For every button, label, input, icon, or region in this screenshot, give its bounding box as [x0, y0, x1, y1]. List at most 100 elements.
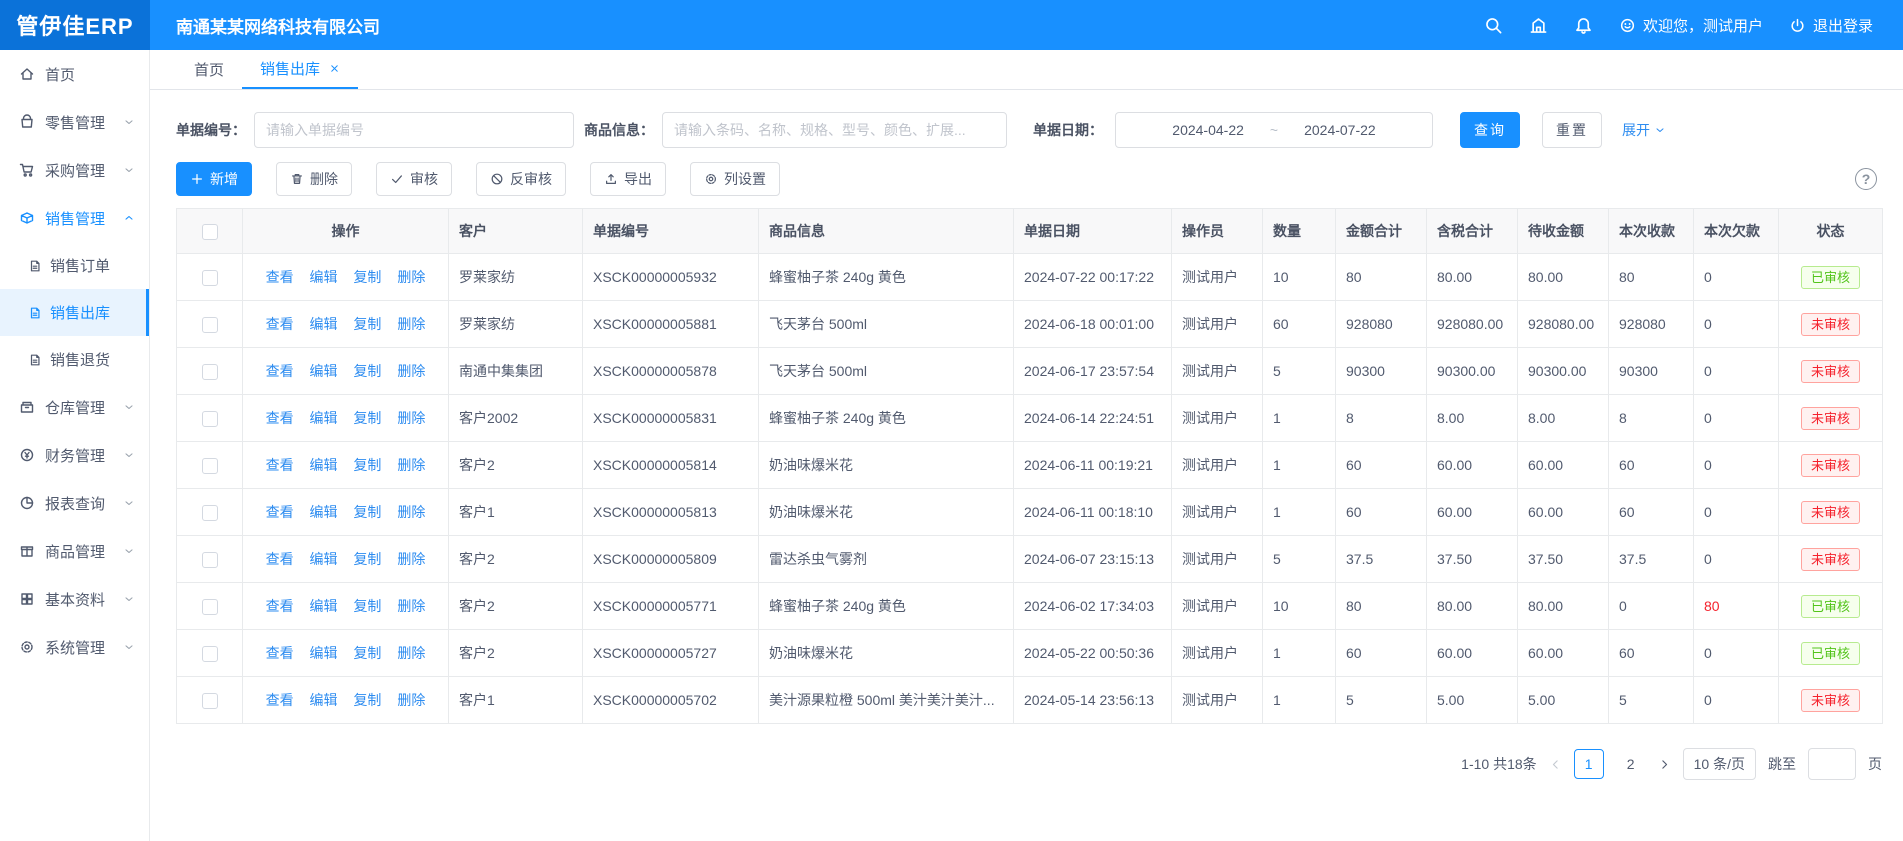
edit-link[interactable]: 编辑 — [310, 598, 338, 614]
row-checkbox[interactable] — [202, 505, 218, 521]
chevron-down-icon — [123, 116, 135, 128]
page-number-2[interactable]: 2 — [1616, 749, 1646, 779]
logout-button[interactable]: 退出登录 — [1789, 15, 1873, 36]
app-logo: 管伊佳ERP — [0, 0, 150, 50]
delete-link[interactable]: 删除 — [397, 316, 425, 332]
copy-link[interactable]: 复制 — [353, 457, 381, 473]
reset-button[interactable]: 重置 — [1542, 112, 1602, 148]
delete-link[interactable]: 删除 — [397, 504, 425, 520]
delete-link[interactable]: 删除 — [397, 269, 425, 285]
copy-link[interactable]: 复制 — [353, 645, 381, 661]
edit-link[interactable]: 编辑 — [310, 645, 338, 661]
search-icon[interactable] — [1484, 16, 1503, 35]
sidebar-item-retail[interactable]: 零售管理 — [0, 98, 149, 146]
row-checkbox[interactable] — [202, 693, 218, 709]
view-link[interactable]: 查看 — [266, 551, 294, 567]
delete-link[interactable]: 删除 — [397, 598, 425, 614]
edit-link[interactable]: 编辑 — [310, 363, 338, 379]
prev-page-icon[interactable] — [1549, 758, 1562, 771]
sidebar-item-sales-return[interactable]: 销售退货 — [0, 336, 149, 383]
row-checkbox[interactable] — [202, 364, 218, 380]
copy-link[interactable]: 复制 — [353, 410, 381, 426]
edit-link[interactable]: 编辑 — [310, 692, 338, 708]
row-checkbox[interactable] — [202, 411, 218, 427]
delete-link[interactable]: 删除 — [397, 645, 425, 661]
home-icon[interactable] — [1529, 16, 1548, 35]
logout-text: 退出登录 — [1813, 15, 1873, 36]
sidebar-item-basic-data[interactable]: 基本资料 — [0, 575, 149, 623]
bell-icon[interactable] — [1574, 16, 1593, 35]
copy-link[interactable]: 复制 — [353, 316, 381, 332]
sidebar-item-purchase[interactable]: 采购管理 — [0, 146, 149, 194]
column-settings-button[interactable]: 列设置 — [690, 162, 780, 196]
edit-link[interactable]: 编辑 — [310, 457, 338, 473]
delete-link[interactable]: 删除 — [397, 363, 425, 379]
sidebar-item-sales-order[interactable]: 销售订单 — [0, 242, 149, 289]
copy-link[interactable]: 复制 — [353, 269, 381, 285]
user-welcome[interactable]: 欢迎您，测试用户 — [1619, 15, 1763, 36]
copy-link[interactable]: 复制 — [353, 598, 381, 614]
sidebar-item-warehouse[interactable]: 仓库管理 — [0, 383, 149, 431]
view-link[interactable]: 查看 — [266, 645, 294, 661]
export-button[interactable]: 导出 — [590, 162, 666, 196]
next-page-icon[interactable] — [1658, 758, 1671, 771]
tab-home[interactable]: 首页 — [176, 50, 242, 89]
close-icon[interactable] — [329, 63, 340, 74]
tab-sales-outbound[interactable]: 销售出库 — [242, 50, 358, 89]
page-size-select[interactable]: 10 条/页 — [1683, 748, 1756, 780]
product-info-input[interactable] — [662, 112, 1007, 148]
sidebar-item-finance[interactable]: 财务管理 — [0, 431, 149, 479]
delete-button[interactable]: 删除 — [276, 162, 352, 196]
view-link[interactable]: 查看 — [266, 504, 294, 520]
edit-link[interactable]: 编辑 — [310, 551, 338, 567]
row-checkbox[interactable] — [202, 646, 218, 662]
search-button[interactable]: 查询 — [1460, 112, 1520, 148]
bill-no-input[interactable] — [254, 112, 574, 148]
view-link[interactable]: 查看 — [266, 457, 294, 473]
help-icon[interactable] — [1855, 168, 1877, 190]
sidebar-item-sales-outbound[interactable]: 销售出库 — [0, 289, 149, 336]
row-checkbox[interactable] — [202, 270, 218, 286]
delete-link[interactable]: 删除 — [397, 410, 425, 426]
expand-link[interactable]: 展开 — [1622, 120, 1666, 140]
cell-product: 飞天茅台 500ml — [759, 348, 1014, 395]
row-checkbox[interactable] — [202, 552, 218, 568]
copy-link[interactable]: 复制 — [353, 363, 381, 379]
edit-link[interactable]: 编辑 — [310, 269, 338, 285]
audit-button[interactable]: 审核 — [376, 162, 452, 196]
date-range-picker[interactable]: 2024-04-22 ~ 2024-07-22 — [1115, 112, 1433, 148]
edit-link[interactable]: 编辑 — [310, 504, 338, 520]
view-link[interactable]: 查看 — [266, 269, 294, 285]
unaudit-button[interactable]: 反审核 — [476, 162, 566, 196]
cell-tax-total: 90300.00 — [1427, 348, 1518, 395]
view-link[interactable]: 查看 — [266, 363, 294, 379]
row-checkbox[interactable] — [202, 317, 218, 333]
row-checkbox[interactable] — [202, 458, 218, 474]
delete-link[interactable]: 删除 — [397, 551, 425, 567]
add-button[interactable]: 新增 — [176, 162, 252, 196]
cell-tax-total: 5.00 — [1427, 677, 1518, 724]
view-link[interactable]: 查看 — [266, 692, 294, 708]
sidebar-item-sales[interactable]: 销售管理 — [0, 194, 149, 242]
copy-link[interactable]: 复制 — [353, 551, 381, 567]
sidebar-item-products[interactable]: 商品管理 — [0, 527, 149, 575]
select-all-checkbox[interactable] — [202, 224, 218, 240]
view-link[interactable]: 查看 — [266, 410, 294, 426]
view-link[interactable]: 查看 — [266, 598, 294, 614]
system-gear-icon — [19, 639, 35, 655]
edit-link[interactable]: 编辑 — [310, 316, 338, 332]
jump-page-input[interactable] — [1808, 748, 1856, 780]
row-checkbox[interactable] — [202, 599, 218, 615]
edit-link[interactable]: 编辑 — [310, 410, 338, 426]
view-link[interactable]: 查看 — [266, 316, 294, 332]
sidebar-item-home[interactable]: 首页 — [0, 50, 149, 98]
page-number-1[interactable]: 1 — [1574, 749, 1604, 779]
sidebar-item-reports[interactable]: 报表查询 — [0, 479, 149, 527]
cell-operator: 测试用户 — [1172, 301, 1263, 348]
main-content: 首页 销售出库 单据编号： 商品信息： 单据日期： 2024-04-22 ~ 2… — [150, 50, 1903, 841]
copy-link[interactable]: 复制 — [353, 692, 381, 708]
sidebar-item-system[interactable]: 系统管理 — [0, 623, 149, 671]
copy-link[interactable]: 复制 — [353, 504, 381, 520]
delete-link[interactable]: 删除 — [397, 457, 425, 473]
delete-link[interactable]: 删除 — [397, 692, 425, 708]
